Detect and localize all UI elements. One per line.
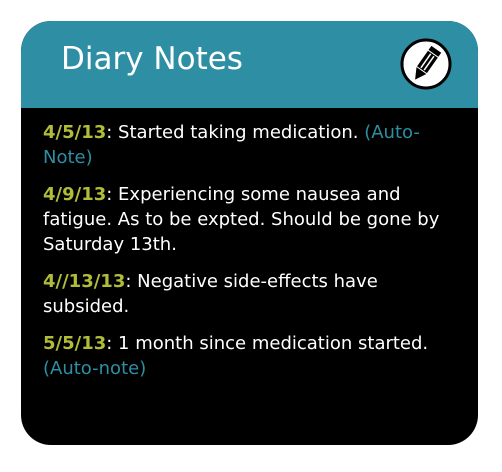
- diary-notes-card: Diary Notes 4/5/13: Started taking medic…: [21, 21, 478, 445]
- note-text: Started taking medication.: [112, 122, 365, 143]
- card-header: Diary Notes: [21, 21, 478, 108]
- note-date: 4/9/13: [43, 184, 107, 205]
- note-entry: 4//13/13: Negative side-effects have sub…: [43, 269, 463, 319]
- note-date: 4//13/13: [43, 271, 126, 292]
- auto-note-label: (Auto-note): [43, 358, 147, 379]
- note-date: 4/5/13: [43, 122, 107, 143]
- note-entry: 5/5/13: 1 month since medication started…: [43, 331, 463, 381]
- notes-list: 4/5/13: Started taking medication. (Auto…: [43, 120, 463, 393]
- note-text: 1 month since medication started.: [112, 333, 429, 354]
- note-date: 5/5/13: [43, 333, 107, 354]
- note-entry: 4/5/13: Started taking medication. (Auto…: [43, 120, 463, 170]
- note-entry: 4/9/13: Experiencing some nausea and fat…: [43, 182, 463, 257]
- card-title: Diary Notes: [61, 41, 243, 77]
- pencil-icon[interactable]: [399, 37, 453, 91]
